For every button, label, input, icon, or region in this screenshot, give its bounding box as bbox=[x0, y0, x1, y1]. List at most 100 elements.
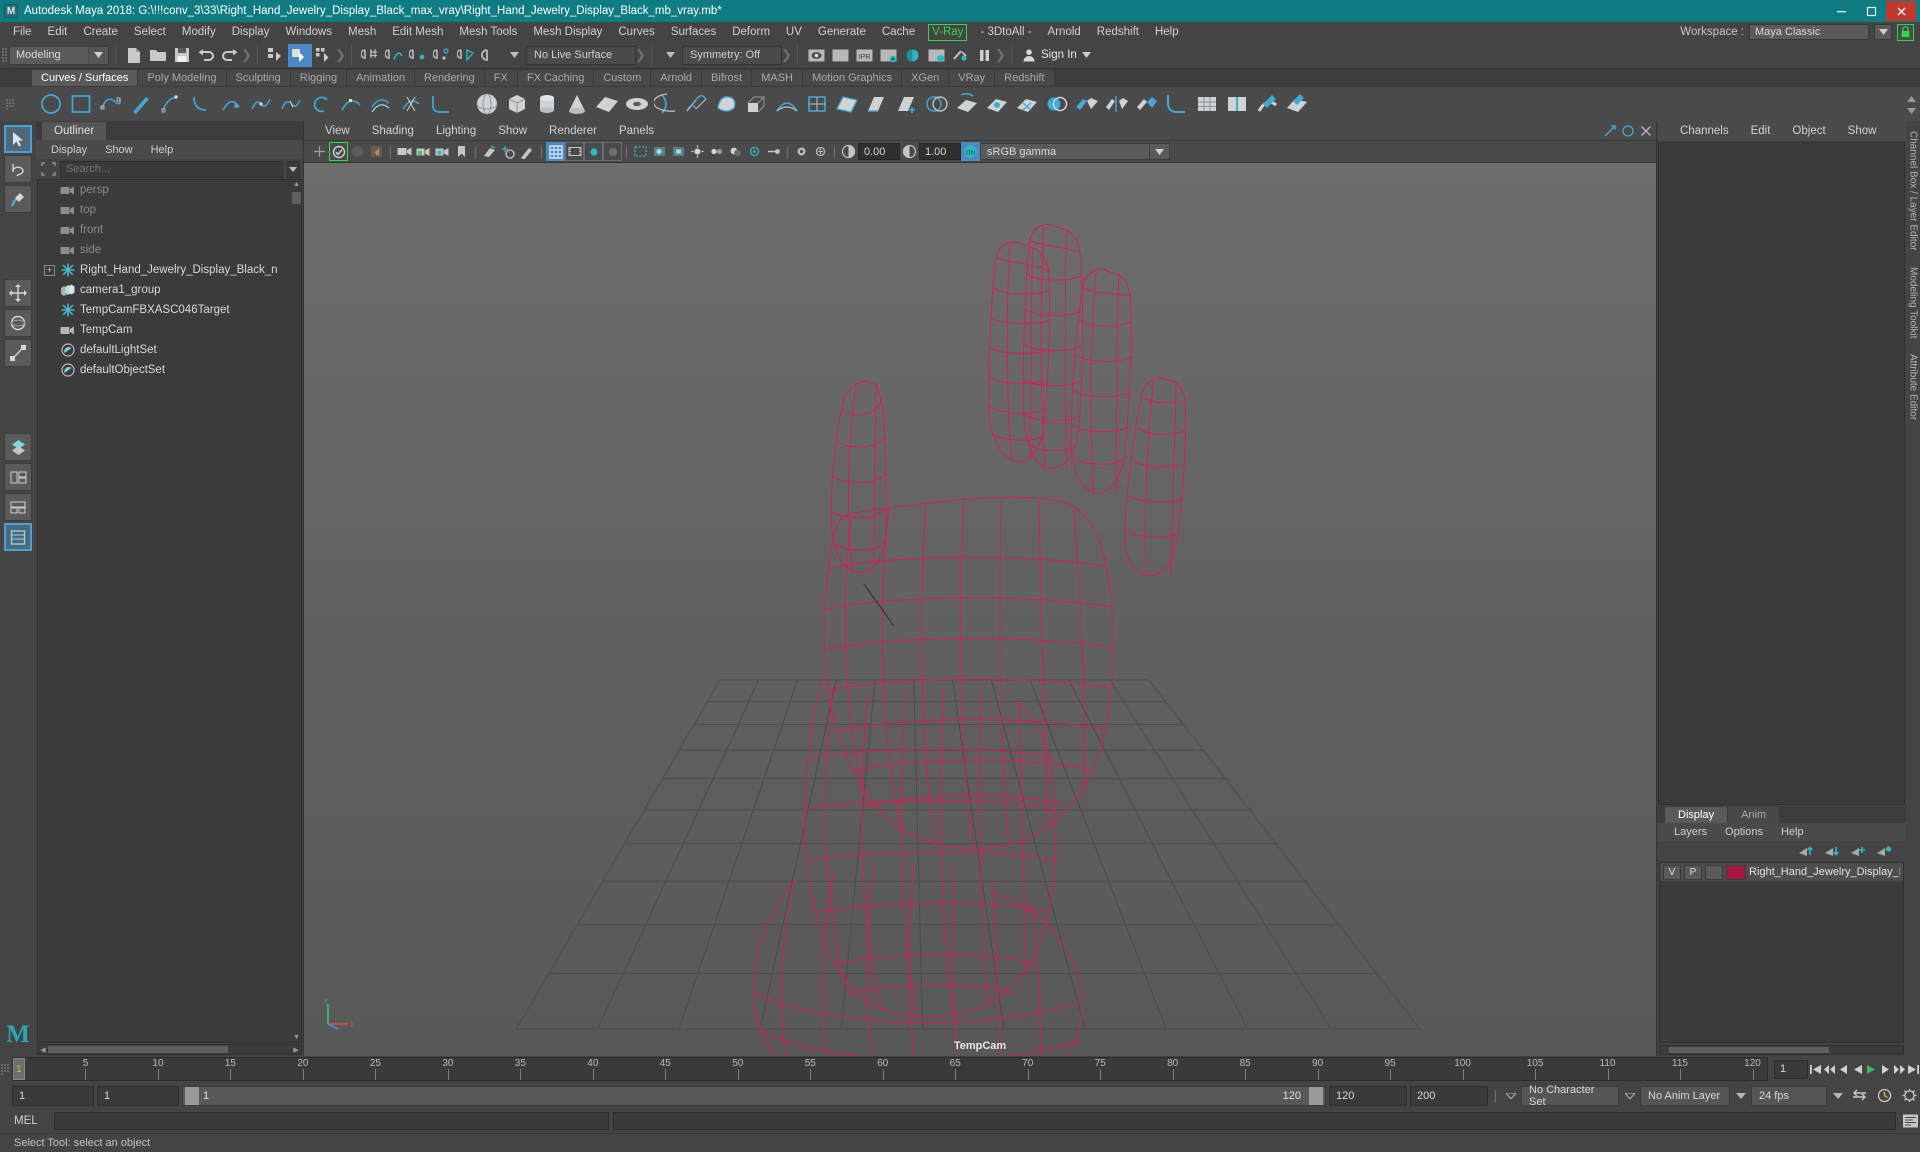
vtab-channel-box-layer-editor[interactable]: Channel Box / Layer Editor bbox=[1908, 131, 1919, 251]
outliner-menu-help[interactable]: Help bbox=[142, 144, 183, 156]
detach-surfaces-icon[interactable] bbox=[1102, 89, 1132, 120]
nurbs-torus-icon[interactable] bbox=[622, 89, 652, 120]
step-forward-keyframe-icon[interactable] bbox=[1893, 1060, 1906, 1079]
viewport-menu-shading[interactable]: Shading bbox=[361, 125, 425, 137]
go-to-end-icon[interactable] bbox=[1907, 1060, 1920, 1079]
nurbs-square-icon[interactable] bbox=[66, 89, 96, 120]
outliner-vertical-scrollbar[interactable]: ▲ ▼ bbox=[292, 180, 301, 1042]
viewport-ipr-toggle-icon[interactable] bbox=[329, 142, 348, 161]
snap-curve-icon[interactable] bbox=[382, 44, 406, 67]
viewport-3d-canvas[interactable]: Y X TempCam bbox=[304, 163, 1656, 1056]
nurbs-plane-icon[interactable] bbox=[592, 89, 622, 120]
project-curve-icon[interactable] bbox=[952, 89, 982, 120]
bevel-icon[interactable] bbox=[862, 89, 892, 120]
color-management-value[interactable]: sRGB gamma bbox=[980, 143, 1150, 160]
shelf-tab-rendering[interactable]: Rendering bbox=[415, 70, 485, 86]
open-close-curve-icon[interactable] bbox=[306, 89, 336, 120]
viewport-menu-lighting[interactable]: Lighting bbox=[425, 125, 487, 137]
tab-outliner[interactable]: Outliner bbox=[42, 122, 107, 140]
camera-lock-icon[interactable] bbox=[414, 142, 433, 161]
channelbox-menu-object[interactable]: Object bbox=[1781, 125, 1836, 137]
step-back-frame-icon[interactable] bbox=[1837, 1060, 1850, 1079]
time-slider-track[interactable]: 1 5 10 15 20 25 30 35 40 45 50 55 60 65 70 75 80 85 90 95 1… bbox=[12, 1057, 1768, 1081]
shelf-overflow-controls[interactable] bbox=[1904, 87, 1918, 122]
menu-mesh-tools[interactable]: Mesh Tools bbox=[451, 22, 525, 42]
shelf-tab-rigging[interactable]: Rigging bbox=[290, 70, 348, 86]
menu-mesh-display[interactable]: Mesh Display bbox=[525, 22, 610, 42]
playback-speed-chevron-icon[interactable] bbox=[1830, 1086, 1845, 1106]
boundary-icon[interactable] bbox=[802, 89, 832, 120]
signin-button[interactable]: Sign In bbox=[1018, 45, 1095, 65]
film-gate-icon[interactable] bbox=[565, 142, 584, 161]
menu-edit[interactable]: Edit bbox=[40, 22, 76, 42]
outliner-item-right-hand-jewelry-display-black[interactable]: + Right_Hand_Jewelry_Display_Black_n bbox=[38, 260, 301, 280]
shelf-tab-sculpting[interactable]: Sculpting bbox=[226, 70, 291, 86]
menu-deform[interactable]: Deform bbox=[724, 22, 778, 42]
attach-curves-icon[interactable] bbox=[246, 89, 276, 120]
ep-curve-tool-icon[interactable] bbox=[156, 89, 186, 120]
menu-edit-mesh[interactable]: Edit Mesh bbox=[384, 22, 451, 42]
close-button[interactable] bbox=[1886, 1, 1916, 21]
nurbs-sphere-icon[interactable] bbox=[472, 89, 502, 120]
select-tool-button[interactable] bbox=[4, 125, 32, 153]
layer-color-swatch[interactable] bbox=[1726, 864, 1746, 880]
untrim-surfaces-icon[interactable] bbox=[1012, 89, 1042, 120]
menu-surfaces[interactable]: Surfaces bbox=[663, 22, 724, 42]
menu-cache[interactable]: Cache bbox=[874, 22, 923, 42]
range-start-handle[interactable] bbox=[185, 1086, 199, 1105]
outliner-item-persp[interactable]: persp bbox=[38, 180, 301, 200]
gate-mask-icon[interactable] bbox=[603, 142, 622, 161]
layer-menu-options[interactable]: Options bbox=[1716, 826, 1772, 838]
anim-end-field[interactable]: 120 bbox=[1329, 1085, 1407, 1106]
shelf-tab-poly-modeling[interactable]: Poly Modeling bbox=[138, 70, 227, 86]
move-layer-up-icon[interactable] bbox=[1798, 845, 1814, 858]
nurbs-circle-icon[interactable] bbox=[36, 89, 66, 120]
bookmark-icon[interactable] bbox=[452, 142, 471, 161]
save-scene-icon[interactable] bbox=[170, 44, 194, 67]
xray-active-components-icon[interactable] bbox=[669, 142, 688, 161]
shelf-tab-xgen[interactable]: XGen bbox=[902, 70, 950, 86]
layer-menu-help[interactable]: Help bbox=[1772, 826, 1813, 838]
time-slider-grip[interactable] bbox=[1, 1058, 11, 1080]
resolution-gate-icon[interactable] bbox=[584, 142, 603, 161]
shelf-tab-bifrost[interactable]: Bifrost bbox=[702, 70, 753, 86]
planar-icon[interactable] bbox=[712, 89, 742, 120]
fps-chevron-icon[interactable] bbox=[1733, 1086, 1748, 1106]
nurbs-cone-icon[interactable] bbox=[562, 89, 592, 120]
snap-projected-center-icon[interactable] bbox=[430, 44, 454, 67]
exposure-value[interactable]: 0.00 bbox=[858, 143, 900, 160]
rebuild-surfaces-icon[interactable] bbox=[1192, 89, 1222, 120]
new-scene-icon[interactable] bbox=[122, 44, 146, 67]
vtab-attribute-editor[interactable]: Attribute Editor bbox=[1908, 354, 1919, 420]
menu-curves[interactable]: Curves bbox=[610, 22, 662, 42]
tab-display-layers[interactable]: Display bbox=[1665, 807, 1729, 823]
anim-layer-field[interactable]: No Anim Layer bbox=[1640, 1085, 1730, 1106]
shelf-tab-fx[interactable]: FX bbox=[484, 70, 518, 86]
viewport-isolate-plus-icon[interactable] bbox=[811, 142, 830, 161]
lock-icon[interactable] bbox=[1897, 23, 1914, 41]
revolve-icon[interactable] bbox=[652, 89, 682, 120]
redo-icon[interactable] bbox=[218, 44, 242, 67]
menu-file[interactable]: File bbox=[5, 22, 40, 42]
viewport-menu-panels[interactable]: Panels bbox=[608, 125, 665, 137]
chevron-down-icon[interactable] bbox=[1150, 143, 1170, 160]
move-layer-down-icon[interactable] bbox=[1824, 845, 1840, 858]
minimize-button[interactable] bbox=[1826, 1, 1856, 21]
toolbar-grip[interactable] bbox=[0, 44, 9, 66]
open-scene-icon[interactable] bbox=[146, 44, 170, 67]
viewport-light-icon[interactable] bbox=[688, 142, 707, 161]
rotate-tool-button[interactable] bbox=[4, 309, 32, 337]
gamma-icon[interactable] bbox=[900, 142, 919, 161]
2d-pan-zoom-icon[interactable] bbox=[499, 142, 518, 161]
viewport-shadows-icon[interactable] bbox=[726, 142, 745, 161]
insert-knot-icon[interactable] bbox=[336, 89, 366, 120]
current-time-indicator[interactable]: 1 bbox=[13, 1058, 25, 1080]
birail-icon[interactable] bbox=[772, 89, 802, 120]
layer-visibility-toggle[interactable]: V bbox=[1663, 864, 1681, 880]
offset-curve-icon[interactable] bbox=[366, 89, 396, 120]
insert-isoparms-icon[interactable] bbox=[1222, 89, 1252, 120]
viewport-menu-view[interactable]: View bbox=[314, 125, 361, 137]
lasso-select-tool-button[interactable] bbox=[4, 155, 32, 183]
vtab-modeling-toolkit[interactable]: Modeling Toolkit bbox=[1908, 267, 1919, 339]
shelf-tab-custom[interactable]: Custom bbox=[594, 70, 652, 86]
